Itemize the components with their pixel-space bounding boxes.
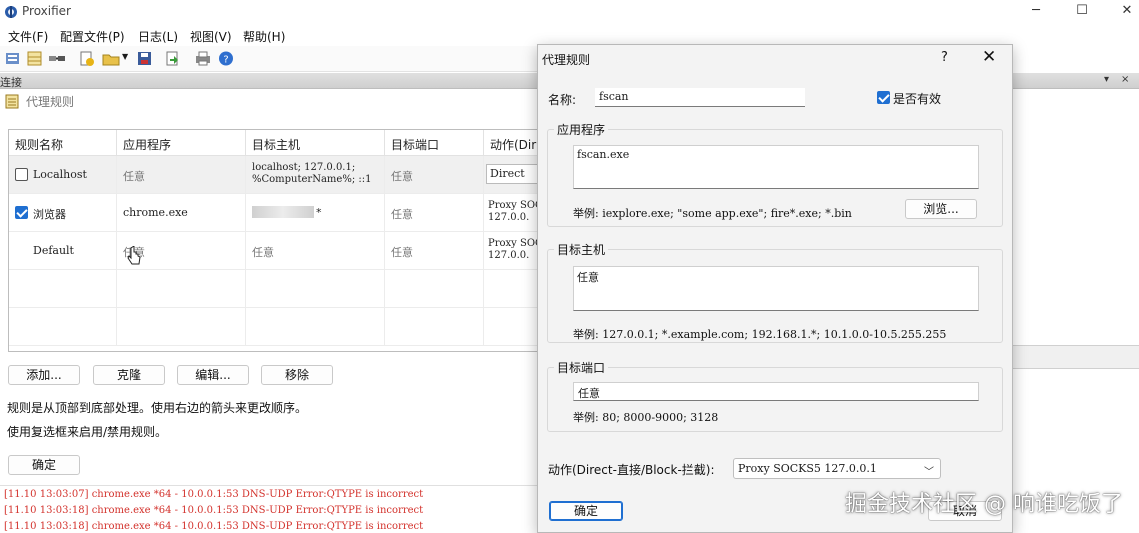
watermark: 掘金技术社区 @ 响谁吃饭了 — [845, 492, 1123, 517]
column-header-application[interactable]: 应用程序 — [117, 130, 246, 156]
rule-action-line1: Proxy SOC — [488, 238, 540, 249]
window-title: Proxifier — [22, 4, 71, 18]
redacted-host-blur — [252, 206, 314, 218]
toolbar: ▼ ? — [0, 46, 540, 72]
rule-host: * — [316, 206, 322, 219]
target-host-group-title: 目标主机 — [554, 241, 609, 258]
dropdown-icon[interactable]: ▼ — [122, 52, 128, 61]
rule-host-line2: %ComputerName%; ::1 — [252, 174, 372, 185]
add-profile-icon[interactable] — [78, 50, 96, 67]
panel-title: 代理规则 — [26, 95, 75, 109]
panel-close-icon[interactable]: × — [1121, 74, 1129, 85]
rule-name: Localhost — [33, 168, 87, 181]
close-icon[interactable]: ✕ — [1117, 2, 1137, 20]
maximize-icon[interactable]: ☐ — [1072, 2, 1092, 20]
rule-port: 任意 — [391, 208, 413, 221]
rule-enable-checkbox[interactable] — [15, 168, 28, 181]
help-icon[interactable]: ? — [941, 50, 948, 65]
target-host-example: 举例: 127.0.0.1; *.example.com; 192.168.1.… — [573, 328, 947, 341]
clone-rule-button[interactable]: 克隆 — [93, 365, 165, 385]
menu-view[interactable]: 视图(V) — [190, 28, 232, 45]
rule-port: 任意 — [391, 246, 413, 259]
connection-icon[interactable] — [48, 50, 66, 67]
remove-rule-button[interactable]: 移除 — [261, 365, 333, 385]
rule-action-line1: Proxy SOC — [488, 200, 540, 211]
profile-icon[interactable] — [4, 50, 22, 67]
menu-file[interactable]: 文件(F) — [8, 28, 48, 45]
chevron-down-icon: ﹀ — [924, 467, 934, 478]
menu-help[interactable]: 帮助(H) — [243, 28, 285, 45]
application-input[interactable]: fscan.exe — [573, 145, 979, 189]
svg-text:?: ? — [223, 55, 228, 66]
connections-label: 连接 — [0, 76, 22, 89]
column-header-target-host[interactable]: 目标主机 — [246, 130, 385, 156]
grid-icon[interactable] — [26, 50, 44, 67]
rule-application: chrome.exe — [123, 206, 188, 219]
rules-icon — [5, 94, 19, 109]
print-icon[interactable] — [194, 50, 212, 67]
proxifier-logo-icon — [5, 6, 17, 18]
rule-action-select[interactable]: Direct — [486, 164, 539, 184]
browse-button[interactable]: 浏览... — [905, 199, 977, 219]
minimize-icon[interactable]: ─ — [1026, 2, 1046, 20]
rule-enable-checkbox[interactable] — [15, 206, 28, 219]
enabled-checkbox[interactable] — [877, 91, 890, 104]
add-rule-button[interactable]: 添加... — [8, 365, 80, 385]
menu-bar: 文件(F) 配置文件(P) 日志(L) 视图(V) 帮助(H) — [0, 24, 1139, 46]
target-port-example: 举例: 80; 8000-9000; 3128 — [573, 411, 719, 424]
action-label: 动作(Direct-直接/Block-拦截): — [548, 463, 715, 477]
rule-action-line2: 127.0.0. — [488, 212, 530, 223]
table-row[interactable]: Localhost 任意 localhost; 127.0.0.1; %Comp… — [9, 156, 539, 194]
log-panel: [11.10 13:03:07] chrome.exe *64 - 10.0.0… — [0, 485, 540, 533]
pin-icon[interactable]: ▾ — [1104, 74, 1109, 85]
application-example: 举例: iexplore.exe; "some app.exe"; fire*.… — [573, 207, 852, 220]
name-input[interactable]: fscan — [595, 88, 805, 107]
table-row[interactable]: Default 任意 任意 任意 Proxy SOC 127.0.0. — [9, 232, 540, 270]
dialog-ok-button[interactable]: 确定 — [549, 501, 623, 521]
hint-order: 规则是从顶部到底部处理。使用右边的箭头来更改顺序。 — [7, 401, 308, 415]
action-selected-value: Proxy SOCKS5 127.0.0.1 — [738, 462, 877, 475]
rule-application: 任意 — [123, 170, 145, 183]
log-line: [11.10 13:03:18] chrome.exe *64 - 10.0.0… — [4, 521, 424, 532]
rule-host: 任意 — [252, 246, 274, 259]
table-row — [9, 270, 539, 308]
rules-table: 规则名称 应用程序 目标主机 目标端口 动作(Dir Localhost 任意 … — [8, 129, 540, 352]
log-line: [11.10 13:03:18] chrome.exe *64 - 10.0.0… — [4, 505, 424, 516]
rule-action-line2: 127.0.0. — [488, 250, 530, 261]
target-port-group-title: 目标端口 — [554, 359, 609, 376]
column-header-action[interactable]: 动作(Dir — [484, 130, 539, 156]
open-folder-icon[interactable] — [102, 50, 120, 67]
rule-name: 浏览器 — [33, 208, 66, 221]
close-icon[interactable]: ✕ — [982, 47, 996, 67]
export-icon[interactable] — [164, 50, 182, 67]
rules-ok-button[interactable]: 确定 — [8, 455, 80, 475]
rule-name: Default — [33, 244, 74, 257]
name-label: 名称: — [548, 93, 577, 107]
hint-checkbox: 使用复选框来启用/禁用规则。 — [7, 425, 168, 439]
connections-pane — [1013, 89, 1139, 533]
save-icon[interactable] — [136, 50, 154, 67]
hand-cursor-icon — [127, 246, 141, 265]
log-line: [11.10 13:03:07] chrome.exe *64 - 10.0.0… — [4, 489, 424, 500]
pane-separator — [1013, 345, 1139, 369]
title-bar: Proxifier ─ ☐ ✕ — [0, 0, 1139, 24]
edit-rule-button[interactable]: 编辑... — [177, 365, 249, 385]
dialog-title: 代理规则 — [542, 53, 591, 67]
column-header-target-port[interactable]: 目标端口 — [385, 130, 484, 156]
rule-port: 任意 — [391, 170, 413, 183]
application-group-title: 应用程序 — [554, 121, 609, 138]
action-select[interactable]: Proxy SOCKS5 127.0.0.1 ﹀ — [733, 458, 941, 479]
menu-profile[interactable]: 配置文件(P) — [60, 28, 125, 45]
column-header-rule-name[interactable]: 规则名称 — [9, 130, 117, 156]
table-row[interactable]: 浏览器 chrome.exe * 任意 Proxy SOC 127.0.0. — [9, 194, 540, 232]
proxy-rule-dialog: 代理规则 ? ✕ 名称: fscan 是否有效 应用程序 fscan.exe 举… — [537, 44, 1013, 533]
target-host-input[interactable]: 任意 — [573, 266, 979, 311]
enabled-label: 是否有效 — [893, 92, 942, 106]
menu-log[interactable]: 日志(L) — [138, 28, 178, 45]
help-icon[interactable]: ? — [217, 50, 235, 67]
target-port-input[interactable]: 任意 — [573, 382, 979, 401]
table-row — [9, 308, 539, 346]
rule-host-line1: localhost; 127.0.0.1; — [252, 162, 356, 173]
